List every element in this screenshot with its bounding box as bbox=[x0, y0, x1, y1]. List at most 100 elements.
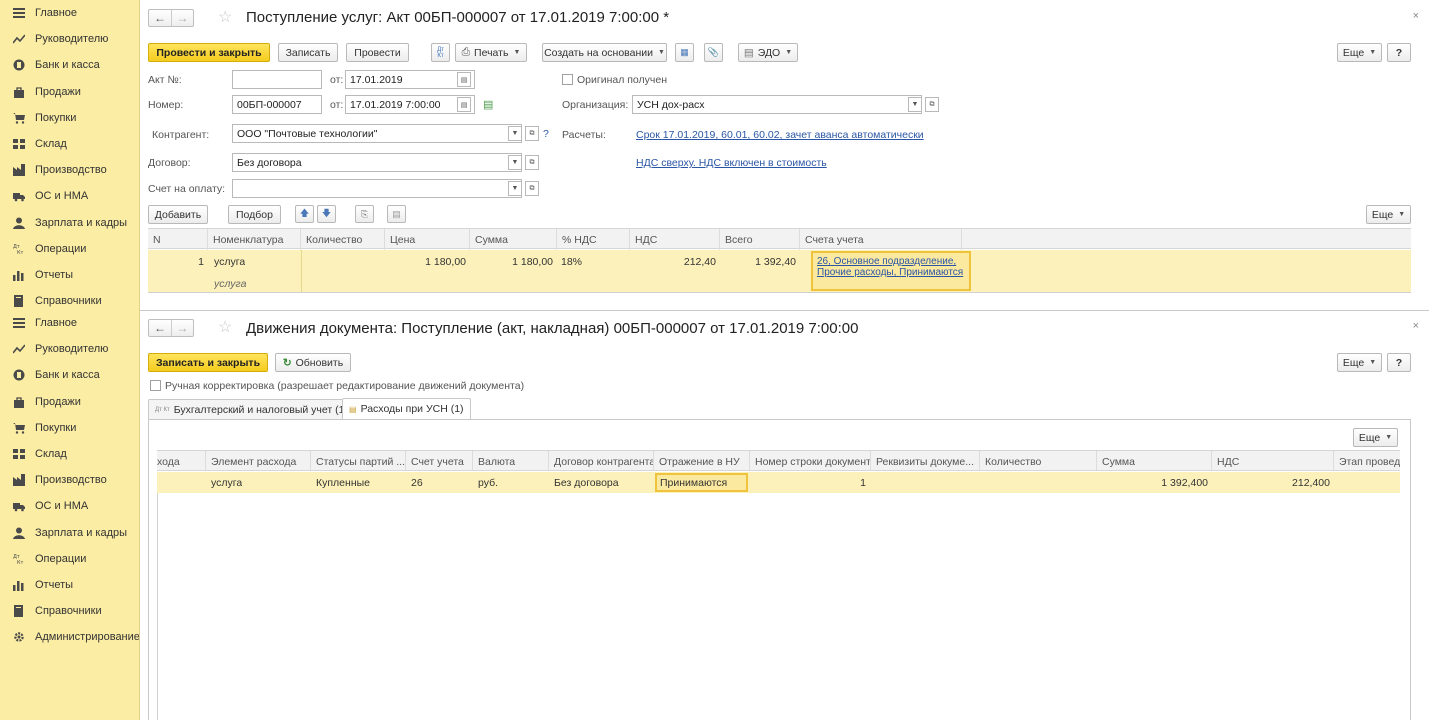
column-header-expense-code[interactable]: хода bbox=[157, 451, 206, 470]
column-header-batch-status[interactable]: Статусы партий ... bbox=[311, 451, 406, 470]
tab-usn-expenses[interactable]: ▤ Расходы при УСН (1) bbox=[342, 398, 471, 419]
post-and-close-button[interactable]: Провести и закрыть bbox=[148, 43, 270, 62]
sidebar-item-11[interactable]: Отчеты bbox=[0, 262, 139, 288]
cell-accounts[interactable]: 26, Основное подразделение, Прочие расхо… bbox=[811, 251, 971, 291]
move-up-icon[interactable]: 🡅 bbox=[295, 205, 314, 223]
column-header-sum[interactable]: Сумма bbox=[1097, 451, 1212, 470]
forward-arrow-icon[interactable]: → bbox=[171, 10, 193, 26]
column-header-quantity[interactable]: Количество bbox=[980, 451, 1097, 470]
sidebar-item-2[interactable]: Руководителю bbox=[0, 26, 139, 52]
table-more-button[interactable]: Еще ▼ bbox=[1366, 205, 1411, 224]
counterparty-dropdown-icon[interactable]: ▼ bbox=[508, 126, 522, 141]
original-received-checkbox[interactable] bbox=[562, 74, 573, 85]
more-button[interactable]: Еще ▼ bbox=[1337, 43, 1382, 62]
dt-kt-icon[interactable]: Дт Кт bbox=[431, 43, 450, 62]
move-down-icon[interactable]: 🡇 bbox=[317, 205, 336, 223]
sidebar-item-2[interactable]: Руководителю bbox=[0, 336, 139, 362]
contract-input[interactable]: Без договора bbox=[232, 153, 522, 172]
sidebar-item-3[interactable]: Банк и касса bbox=[0, 52, 139, 78]
contract-dropdown-icon[interactable]: ▼ bbox=[508, 155, 522, 170]
edo-button[interactable]: ▤ ЭДО ▼ bbox=[738, 43, 798, 62]
sidebar-item-4[interactable]: Продажи bbox=[0, 79, 139, 105]
sidebar-item-13[interactable]: Администрирование bbox=[0, 624, 139, 650]
column-header-tax-reflection[interactable]: Отражение в НУ bbox=[654, 451, 750, 470]
sidebar-item-7[interactable]: Производство bbox=[0, 467, 139, 493]
pick-button[interactable]: Подбор bbox=[228, 205, 281, 224]
nav-buttons[interactable]: ← → bbox=[148, 9, 194, 27]
column-header-vat[interactable]: НДС bbox=[630, 229, 720, 250]
column-header-vat[interactable]: НДС bbox=[1212, 451, 1334, 470]
close-icon[interactable]: × bbox=[1413, 320, 1419, 332]
back-arrow-icon[interactable]: ← bbox=[149, 320, 171, 336]
sidebar-item-12[interactable]: Справочники bbox=[0, 288, 139, 310]
sidebar-item-8[interactable]: ОС и НМА bbox=[0, 183, 139, 209]
help-button[interactable]: ? bbox=[1387, 43, 1411, 62]
sidebar-item-6[interactable]: Склад bbox=[0, 441, 139, 467]
copy-icon[interactable]: ⎘ bbox=[355, 205, 374, 223]
sidebar-item-6[interactable]: Склад bbox=[0, 131, 139, 157]
back-arrow-icon[interactable]: ← bbox=[149, 10, 171, 26]
column-header-qty[interactable]: Количество bbox=[301, 229, 385, 250]
akt-number-input[interactable] bbox=[232, 70, 322, 89]
invoice-open-icon[interactable]: ⧉ bbox=[525, 181, 539, 196]
print-button[interactable]: ⎙ Печать ▼ bbox=[455, 43, 527, 62]
column-header-account[interactable]: Счет учета bbox=[406, 451, 473, 470]
organization-open-icon[interactable]: ⧉ bbox=[925, 97, 939, 112]
manual-edit-checkbox[interactable] bbox=[150, 380, 161, 391]
number-date-input[interactable]: 17.01.2019 7:00:00 bbox=[345, 95, 475, 114]
invoice-input[interactable] bbox=[232, 179, 522, 198]
tab-accounting[interactable]: Дт Кт Бухгалтерский и налоговый учет (1) bbox=[148, 399, 355, 419]
sidebar-item-7[interactable]: Производство bbox=[0, 157, 139, 183]
sidebar-item-4[interactable]: Продажи bbox=[0, 389, 139, 415]
sidebar-item-8[interactable]: ОС и НМА bbox=[0, 493, 139, 519]
sidebar-item-9[interactable]: Зарплата и кадры bbox=[0, 210, 139, 236]
favorite-star-icon[interactable]: ☆ bbox=[218, 7, 232, 27]
sidebar-item-10[interactable]: Дт Кт Операции bbox=[0, 546, 139, 572]
help-button[interactable]: ? bbox=[1387, 353, 1411, 372]
column-header-vat-rate[interactable]: % НДС bbox=[557, 229, 630, 250]
nav-buttons[interactable]: ← → bbox=[148, 319, 194, 337]
close-icon[interactable]: × bbox=[1413, 10, 1419, 22]
cell-tax-reflection[interactable]: Принимаются bbox=[655, 473, 748, 492]
grid-more-button[interactable]: Еще ▼ bbox=[1353, 428, 1398, 447]
sidebar-item-9[interactable]: Зарплата и кадры bbox=[0, 520, 139, 546]
number-input[interactable]: 00БП-000007 bbox=[232, 95, 322, 114]
column-header-stage[interactable]: Этап провед bbox=[1334, 451, 1400, 470]
help-question-label[interactable]: ? bbox=[543, 128, 549, 140]
column-header-n[interactable]: N bbox=[148, 229, 208, 250]
save-and-close-button[interactable]: Записать и закрыть bbox=[148, 353, 268, 372]
forward-arrow-icon[interactable]: → bbox=[171, 320, 193, 336]
structure-icon[interactable]: ▦ bbox=[675, 43, 694, 62]
add-row-button[interactable]: Добавить bbox=[148, 205, 208, 224]
sidebar-item-5[interactable]: Покупки bbox=[0, 415, 139, 441]
sidebar-item-10[interactable]: Дт Кт Операции bbox=[0, 236, 139, 262]
create-based-on-button[interactable]: Создать на основании ▼ bbox=[542, 43, 667, 62]
column-header-total[interactable]: Всего bbox=[720, 229, 800, 250]
refresh-button[interactable]: ↻ Обновить bbox=[275, 353, 351, 372]
sidebar-item-1[interactable]: Главное bbox=[0, 0, 139, 26]
more-button[interactable]: Еще ▼ bbox=[1337, 353, 1382, 372]
save-button[interactable]: Записать bbox=[278, 43, 338, 62]
accounts-link-line2[interactable]: Прочие расходы, Принимаются bbox=[817, 267, 965, 278]
column-header-price[interactable]: Цена bbox=[385, 229, 470, 250]
table-row[interactable]: 1 услуга услуга 1 180,00 1 180,00 18% 21… bbox=[148, 250, 1411, 292]
post-button[interactable]: Провести bbox=[346, 43, 409, 62]
counterparty-open-icon[interactable]: ⧉ bbox=[525, 126, 539, 141]
sidebar-item-3[interactable]: Банк и касса bbox=[0, 362, 139, 388]
column-header-currency[interactable]: Валюта bbox=[473, 451, 549, 470]
column-header-accounts[interactable]: Счета учета bbox=[800, 229, 962, 250]
settlements-link[interactable]: Срок 17.01.2019, 60.01, 60.02, зачет ава… bbox=[636, 129, 924, 141]
column-header-contract[interactable]: Договор контрагента bbox=[549, 451, 654, 470]
sidebar-item-11[interactable]: Отчеты bbox=[0, 572, 139, 598]
sidebar-item-12[interactable]: Справочники bbox=[0, 598, 139, 624]
column-header-item[interactable]: Номенклатура bbox=[208, 229, 301, 250]
sidebar-item-5[interactable]: Покупки bbox=[0, 105, 139, 131]
column-header-sum[interactable]: Сумма bbox=[470, 229, 557, 250]
sidebar-item-1[interactable]: Главное bbox=[0, 310, 139, 336]
counterparty-input[interactable]: ООО "Почтовые технологии" bbox=[232, 124, 522, 143]
column-header-doc-details[interactable]: Реквизиты докуме... bbox=[871, 451, 980, 470]
invoice-dropdown-icon[interactable]: ▼ bbox=[508, 181, 522, 196]
accounts-link-line1[interactable]: 26, Основное подразделение, bbox=[817, 256, 965, 267]
calendar-icon[interactable]: ▤ bbox=[457, 97, 471, 112]
vat-link[interactable]: НДС сверху. НДС включен в стоимость bbox=[636, 157, 827, 169]
